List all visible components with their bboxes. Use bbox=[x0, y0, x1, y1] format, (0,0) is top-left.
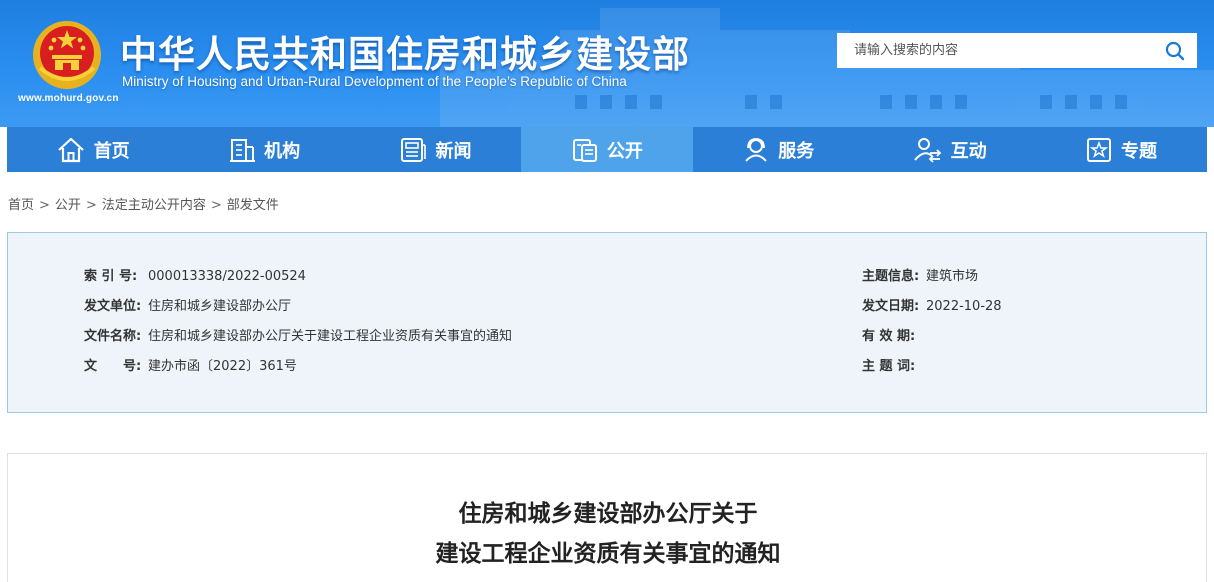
nav-item-public[interactable]: 公开 bbox=[521, 127, 693, 172]
article-title-line-1: 住房和城乡建设部办公厅关于 bbox=[458, 501, 758, 527]
info-value: 2022-10-28 bbox=[926, 299, 1002, 314]
info-document-name: 文件名称: 住房和城乡建设部办公厅关于建设工程企业资质有关事宜的通知 bbox=[84, 325, 512, 344]
document-icon bbox=[572, 138, 597, 162]
nav-label-public: 公开 bbox=[606, 140, 643, 162]
info-label: 有 效 期: bbox=[862, 329, 916, 344]
search-icon bbox=[1165, 41, 1185, 60]
nav-label-news: 新闻 bbox=[435, 140, 472, 162]
star-icon bbox=[1087, 137, 1112, 162]
nav-item-home[interactable]: 首页 bbox=[7, 127, 178, 172]
info-label: 发文单位: bbox=[84, 299, 142, 314]
info-label: 文件名称: bbox=[84, 329, 142, 344]
info-index-number: 索 引 号: 000013338/2022-00524 bbox=[84, 265, 306, 284]
info-value: 住房和城乡建设部办公厅 bbox=[148, 299, 292, 314]
article-title-line-2: 建设工程企业资质有关事宜的通知 bbox=[435, 541, 781, 567]
nav-label-topics: 专题 bbox=[1121, 140, 1158, 162]
site-url: www.mohurd.gov.cn bbox=[18, 93, 119, 104]
interact-icon bbox=[913, 137, 941, 163]
info-issuer: 发文单位: 住房和城乡建设部办公厅 bbox=[84, 295, 291, 314]
info-value: 住房和城乡建设部办公厅关于建设工程企业资质有关事宜的通知 bbox=[148, 329, 513, 344]
breadcrumb-home[interactable]: 首页 bbox=[8, 198, 34, 213]
info-topic: 主题信息: 建筑市场 bbox=[862, 265, 978, 284]
article-title: 住房和城乡建设部办公厅关于 建设工程企业资质有关事宜的通知 bbox=[8, 494, 1208, 574]
info-label: 发文日期: bbox=[862, 299, 920, 314]
breadcrumb: 首页 > 公开 > 法定主动公开内容 > 部发文件 bbox=[8, 194, 279, 213]
breadcrumb-legal-disclosure[interactable]: 法定主动公开内容 bbox=[102, 198, 206, 213]
search-box bbox=[837, 33, 1197, 68]
main-nav: 首页 机构 新闻 公开 服务 互动 专题 bbox=[7, 127, 1207, 172]
service-icon bbox=[745, 137, 767, 162]
breadcrumb-public[interactable]: 公开 bbox=[55, 198, 81, 213]
document-info-panel: 索 引 号: 000013338/2022-00524 发文单位: 住房和城乡建设部… bbox=[7, 232, 1207, 413]
info-value: 000013338/2022-00524 bbox=[148, 269, 306, 284]
info-value: 建筑市场 bbox=[926, 269, 979, 284]
search-input[interactable] bbox=[837, 33, 1153, 68]
site-header: www.mohurd.gov.cn 中华人民共和国住房和城乡建设部 Minist… bbox=[0, 0, 1214, 127]
nav-label-organization: 机构 bbox=[264, 140, 301, 162]
breadcrumb-ministry-documents[interactable]: 部发文件 bbox=[227, 198, 279, 213]
info-value: 建办市函〔2022〕361号 bbox=[148, 359, 297, 374]
site-title-english: Ministry of Housing and Urban-Rural Deve… bbox=[122, 74, 627, 89]
info-label: 文 号: bbox=[84, 359, 142, 374]
nav-item-news[interactable]: 新闻 bbox=[350, 127, 521, 172]
article-content: 住房和城乡建设部办公厅关于 建设工程企业资质有关事宜的通知 bbox=[7, 453, 1207, 582]
newspaper-icon bbox=[401, 137, 427, 162]
breadcrumb-separator: > bbox=[210, 198, 222, 213]
nav-label-service: 服务 bbox=[778, 140, 815, 162]
info-label: 主 题 词: bbox=[862, 359, 916, 374]
info-validity: 有 效 期: bbox=[862, 325, 926, 344]
building-icon bbox=[230, 138, 256, 162]
nav-item-service[interactable]: 服务 bbox=[693, 127, 864, 172]
info-keywords: 主 题 词: bbox=[862, 355, 926, 374]
info-label: 索 引 号: bbox=[84, 269, 138, 284]
breadcrumb-separator: > bbox=[85, 198, 97, 213]
nav-item-organization[interactable]: 机构 bbox=[178, 127, 349, 172]
info-document-number: 文 号: 建办市函〔2022〕361号 bbox=[84, 355, 297, 374]
site-title-chinese: 中华人民共和国住房和城乡建设部 bbox=[120, 33, 690, 76]
national-emblem-icon bbox=[33, 21, 101, 89]
nav-item-topics[interactable]: 专题 bbox=[1035, 127, 1206, 172]
nav-label-interaction: 互动 bbox=[950, 140, 987, 162]
home-icon bbox=[57, 137, 84, 162]
search-button[interactable] bbox=[1153, 33, 1197, 68]
info-label: 主题信息: bbox=[862, 269, 920, 284]
breadcrumb-separator: > bbox=[39, 198, 50, 213]
nav-item-interaction[interactable]: 互动 bbox=[864, 127, 1035, 172]
nav-label-home: 首页 bbox=[93, 140, 130, 162]
info-issue-date: 发文日期: 2022-10-28 bbox=[862, 295, 1002, 314]
